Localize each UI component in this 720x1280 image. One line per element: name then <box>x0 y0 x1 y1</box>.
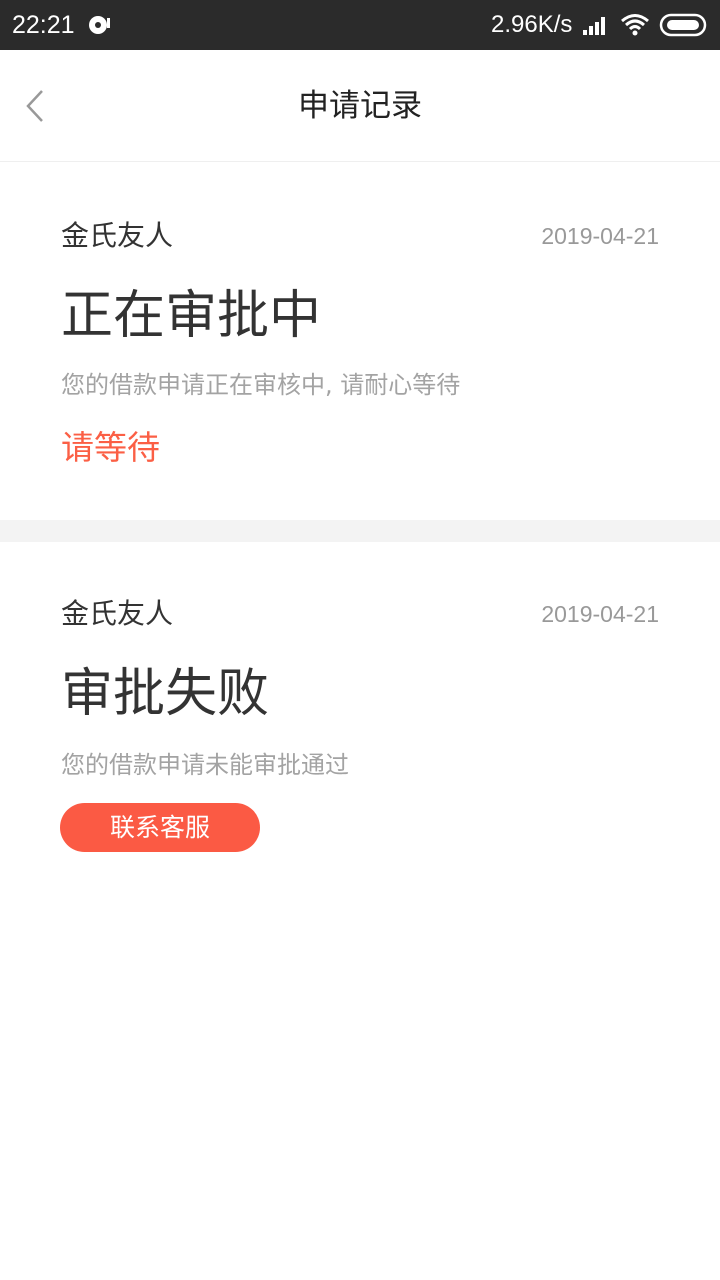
record-card: 金氏友人 2019-04-21 正在审批中 您的借款申请正在审核中, 请耐心等待… <box>0 162 720 520</box>
record-card: 金氏友人 2019-04-21 审批失败 您的借款申请未能审批通过 联系客服 <box>0 542 720 882</box>
media-app-icon <box>88 14 112 36</box>
network-speed: 2.96K/s <box>491 11 573 38</box>
approval-status: 审批失败 <box>61 664 270 724</box>
record-date: 2019-04-21 <box>541 601 659 627</box>
nav-bar: 申请记录 <box>0 50 720 162</box>
lender-name: 金氏友人 <box>61 597 174 630</box>
battery-icon <box>659 13 709 37</box>
approval-status: 正在审批中 <box>61 286 322 346</box>
contact-service-button[interactable]: 联系客服 <box>60 803 260 852</box>
card-separator <box>0 520 720 542</box>
wifi-icon <box>620 13 650 37</box>
status-description: 您的借款申请正在审核中, 请耐心等待 <box>61 371 461 399</box>
record-date: 2019-04-21 <box>541 223 659 249</box>
status-bar: 22:21 2.96K/s <box>0 0 720 50</box>
signal-icon <box>582 14 610 36</box>
lender-name: 金氏友人 <box>61 219 174 252</box>
wait-action[interactable]: 请等待 <box>61 426 160 470</box>
page-title: 申请记录 <box>298 88 422 124</box>
status-description: 您的借款申请未能审批通过 <box>61 751 349 779</box>
status-time: 22:21 <box>12 11 75 39</box>
